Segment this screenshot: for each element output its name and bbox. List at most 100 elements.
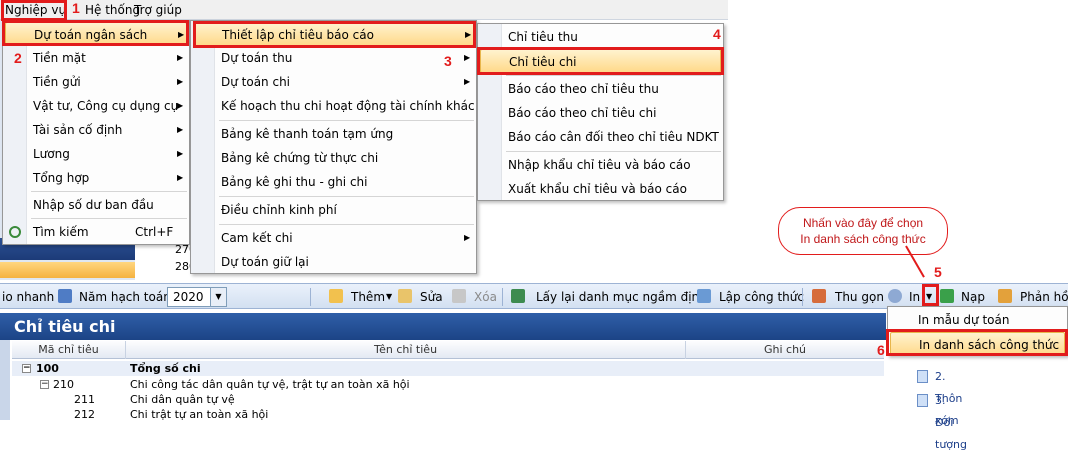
menu-item-tien-mat[interactable]: Tiền mặt ▶ xyxy=(5,46,187,70)
submenu-arrow-icon: ▶ xyxy=(464,53,471,62)
load-button[interactable]: Nạp xyxy=(961,288,985,306)
annotation-3: 3 xyxy=(444,53,452,69)
annotation-5: 5 xyxy=(934,264,942,280)
menu-item-label: Dự toán thu xyxy=(221,51,293,65)
menu-item-label: Kế hoạch thu chi hoạt động tài chính khá… xyxy=(221,99,475,113)
menu-item-label: Báo cáo theo chỉ tiêu thu xyxy=(508,82,659,96)
menu-separator xyxy=(31,218,187,219)
menu-item-label: Cam kết chi xyxy=(221,231,293,245)
menu-item-nhap-so-du[interactable]: Nhập số dư ban đầu xyxy=(5,193,187,217)
submenu-arrow-icon: ▶ xyxy=(177,53,184,62)
year-select[interactable]: 2020 ▼ xyxy=(167,287,227,307)
menu-item-vat-tu[interactable]: Vật tư, Công cụ dụng cụ ▶ xyxy=(5,94,187,118)
menu-item-label: Bảng kê thanh toán tạm ứng xyxy=(221,127,394,141)
menu-he-thong[interactable]: Hệ thống xyxy=(85,2,140,18)
menu-item-tong-hop[interactable]: Tổng hợp ▶ xyxy=(5,166,187,190)
print-button[interactable]: In xyxy=(909,288,920,306)
collapse-icon[interactable]: − xyxy=(22,364,31,373)
background-list: 270 280 xyxy=(135,240,196,278)
menu-separator xyxy=(506,151,721,152)
column-header-note[interactable]: Ghi chú xyxy=(686,341,884,359)
delete-icon xyxy=(452,289,466,303)
reload-defaults-button[interactable]: Lấy lại danh mục ngầm định xyxy=(536,288,707,306)
menu-item-bang-ke-thuc-chi[interactable]: Bảng kê chứng từ thực chi xyxy=(193,146,474,170)
callout-bubble: Nhấn vào đây để chọn In danh sách công t… xyxy=(778,207,948,255)
add-icon xyxy=(329,289,343,303)
submenu-arrow-icon: ▶ xyxy=(177,125,184,134)
table-row[interactable]: − 100 Tổng số chi xyxy=(12,361,884,376)
menu-item-dieu-chinh[interactable]: Điều chỉnh kinh phí xyxy=(193,198,474,222)
menu-item-tai-san[interactable]: Tài sản cố định ▶ xyxy=(5,118,187,142)
separator xyxy=(502,288,503,306)
search-icon xyxy=(9,226,21,238)
row-code: 100 xyxy=(36,362,59,375)
menu-item-bang-ke-tam-ung[interactable]: Bảng kê thanh toán tạm ứng xyxy=(193,122,474,146)
column-header-name[interactable]: Tên chỉ tiêu xyxy=(126,341,686,359)
megaphone-icon xyxy=(998,289,1012,303)
menu-item-luong[interactable]: Lương ▶ xyxy=(5,142,187,166)
navigation-active-section[interactable] xyxy=(0,262,135,278)
formula-button[interactable]: Lập công thức xyxy=(719,288,804,306)
menu-item-bao-cao-thu[interactable]: Báo cáo theo chỉ tiêu thu xyxy=(480,77,721,101)
menu-item-cam-ket-chi[interactable]: Cam kết chi ▶ xyxy=(193,226,474,250)
menu-item-du-toan-chi[interactable]: Dự toán chi ▶ xyxy=(193,70,474,94)
menu-item-tim-kiem[interactable]: Tìm kiếm Ctrl+F xyxy=(5,220,187,244)
annotation-box-3 xyxy=(193,21,476,48)
edit-button[interactable]: Sửa xyxy=(420,288,443,306)
printer-icon xyxy=(888,289,902,303)
annotation-box-2 xyxy=(2,20,189,46)
menu-item-du-toan-thu[interactable]: Dự toán thu ▶ xyxy=(193,46,474,70)
menu-separator xyxy=(219,224,474,225)
collapse-icon[interactable]: − xyxy=(40,380,49,389)
delete-button[interactable]: Xóa xyxy=(474,288,497,306)
formula-icon xyxy=(697,289,711,303)
row-name: Tổng số chi xyxy=(130,362,201,375)
callout-line2: In danh sách công thức xyxy=(800,232,926,246)
menu-item-bao-cao-chi[interactable]: Báo cáo theo chỉ tiêu chi xyxy=(480,101,721,125)
menu-item-giu-lai[interactable]: Dự toán giữ lại xyxy=(193,250,474,274)
table-row[interactable]: 211 Chi dân quân tự vệ xyxy=(12,392,884,407)
feedback-button[interactable]: Phản hồi xyxy=(1020,288,1068,306)
annotation-box-6 xyxy=(886,329,1068,356)
menu-item-label: Dự toán giữ lại xyxy=(221,255,309,269)
menu-item-shortcut: Ctrl+F xyxy=(135,225,174,239)
year-label: Năm hạch toán xyxy=(79,290,171,304)
table-row[interactable]: − 210 Chi công tác dân quân tự vệ, trật … xyxy=(12,377,884,392)
menu-item-label: Tài sản cố định xyxy=(33,123,123,137)
menu-item-nhap-khau[interactable]: Nhập khẩu chỉ tiêu và báo cáo xyxy=(480,153,721,177)
menu-item-label: Báo cáo cân đối theo chỉ tiêu NDKT xyxy=(508,130,719,144)
menu-separator xyxy=(506,75,721,76)
chevron-down-icon[interactable]: ▼ xyxy=(386,288,392,306)
add-button[interactable]: Thêm xyxy=(351,288,385,306)
menu-item-label: Bảng kê ghi thu - ghi chi xyxy=(221,175,368,189)
collapse-button[interactable]: Thu gọn xyxy=(835,288,884,306)
menu-item-label: Dự toán chi xyxy=(221,75,291,89)
reload-icon xyxy=(511,289,525,303)
menu-item-label: Chỉ tiêu thu xyxy=(508,30,578,44)
menu-tro-giup[interactable]: Trợ giúp xyxy=(134,2,182,18)
annotation-2: 2 xyxy=(14,50,22,66)
menu-item-bao-cao-ndkt[interactable]: Báo cáo cân đối theo chỉ tiêu NDKT xyxy=(480,125,721,149)
column-header-code[interactable]: Mã chỉ tiêu xyxy=(12,341,126,359)
menu-item-label: Lương xyxy=(33,147,70,161)
nghiep-vu-menu: Dự toán ngân sách ▶ Tiền mặt ▶ Tiền gửi … xyxy=(2,20,190,245)
menu-item-ghi-thu-ghi-chi[interactable]: Bảng kê ghi thu - ghi chi xyxy=(193,170,474,194)
menu-item-chi-tieu-thu[interactable]: Chỉ tiêu thu xyxy=(480,25,721,49)
submenu-arrow-icon: ▶ xyxy=(177,149,184,158)
menu-item-label: Báo cáo theo chỉ tiêu chi xyxy=(508,106,657,120)
annotation-1: 1 xyxy=(72,0,80,16)
menu-item-ke-hoach[interactable]: Kế hoạch thu chi hoạt động tài chính khá… xyxy=(193,94,475,118)
panel-title: Chỉ tiêu chi xyxy=(0,313,886,340)
document-icon xyxy=(917,370,928,383)
submenu-arrow-icon: ▶ xyxy=(464,233,471,242)
grid-header: Mã chỉ tiêu Tên chỉ tiêu Ghi chú xyxy=(12,341,884,359)
menu-item-label: Tiền gửi xyxy=(33,75,81,89)
row-name: Chi công tác dân quân tự vệ, trật tự an … xyxy=(130,378,410,391)
collapse-icon xyxy=(812,289,826,303)
menu-item-xuat-khau[interactable]: Xuất khẩu chỉ tiêu và báo cáo xyxy=(480,177,721,201)
quick-button[interactable]: io nhanh xyxy=(2,288,54,306)
menu-separator xyxy=(219,196,474,197)
chevron-down-icon[interactable]: ▼ xyxy=(210,288,226,306)
menu-item-label: Bảng kê chứng từ thực chi xyxy=(221,151,379,165)
menu-item-tien-gui[interactable]: Tiền gửi ▶ xyxy=(5,70,187,94)
